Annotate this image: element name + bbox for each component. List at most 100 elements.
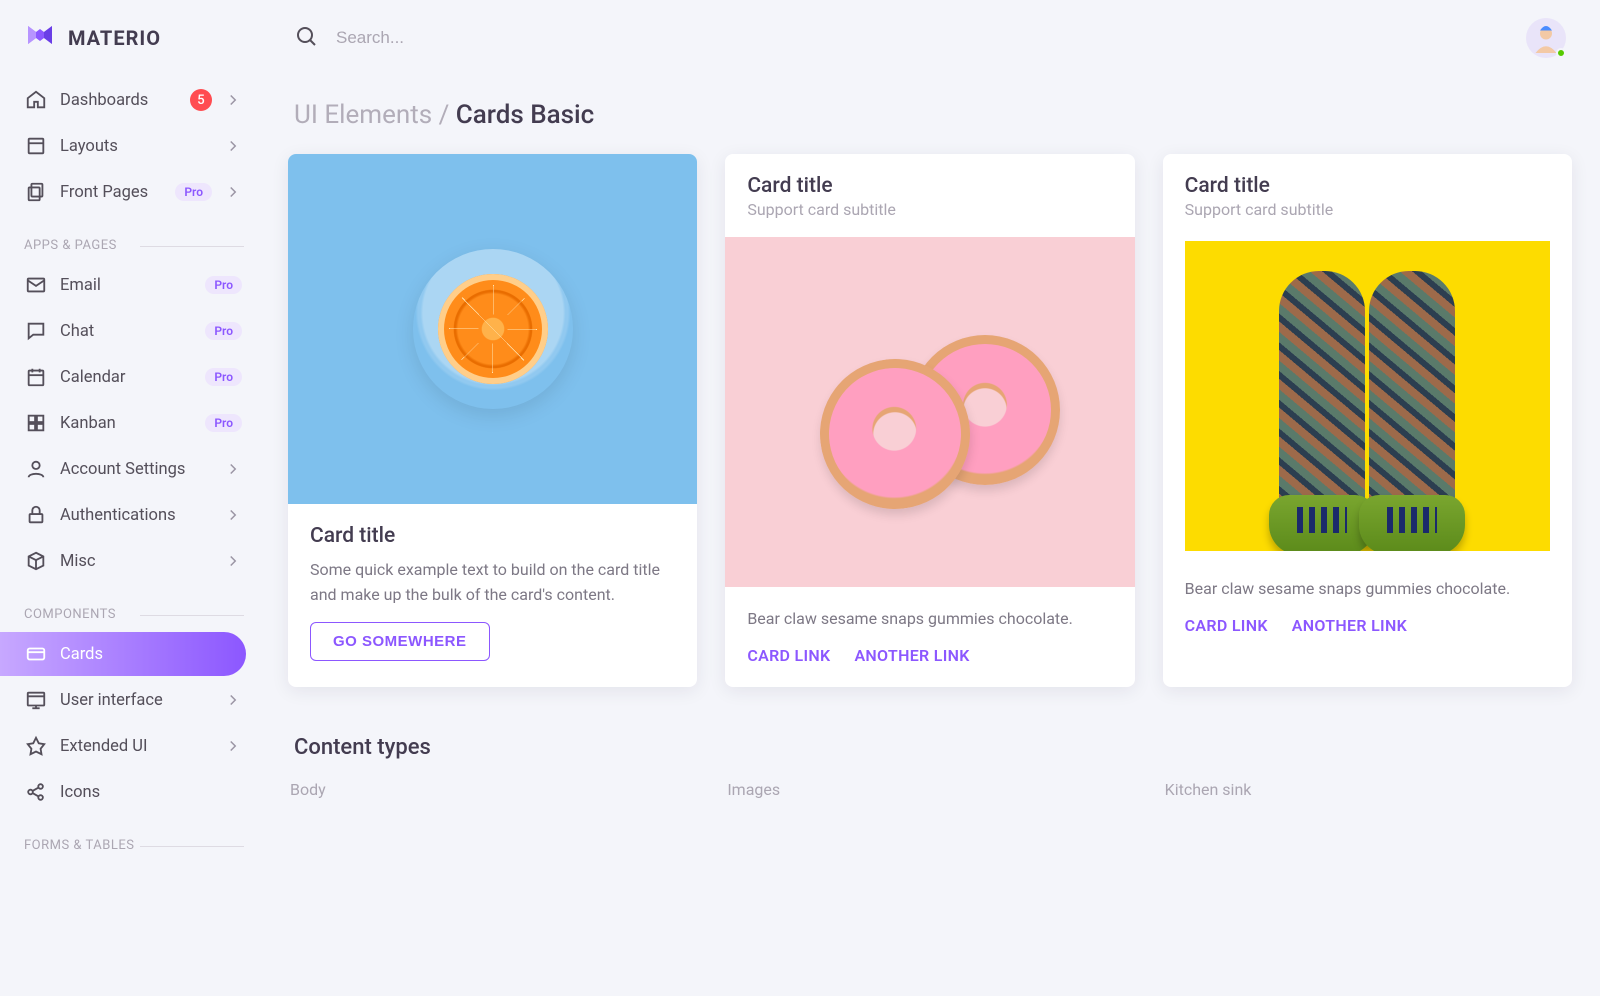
card-subtitle: Support card subtitle	[747, 200, 1112, 219]
card-basic-2: Card title Support card subtitle Bear cl…	[725, 154, 1134, 687]
sidebar-item-label: Front Pages	[60, 183, 163, 202]
breadcrumb-parent[interactable]: UI Elements /	[294, 100, 449, 130]
square-icon	[24, 134, 48, 158]
go-somewhere-button[interactable]: GO SOMEWHERE	[310, 622, 490, 661]
search-input[interactable]	[336, 28, 636, 48]
home-icon	[24, 88, 48, 112]
star-icon	[24, 734, 48, 758]
sidebar-item-label: Icons	[60, 783, 242, 802]
card-title: Card title	[310, 524, 675, 548]
sidebar-item-extended-ui[interactable]: Extended UI	[0, 724, 260, 768]
copy-icon	[24, 180, 48, 204]
card-title: Card title	[1185, 174, 1550, 198]
brand-name: MATERIO	[68, 26, 161, 50]
sidebar-item-front-pages[interactable]: Front Pages Pro	[0, 170, 260, 214]
mail-icon	[24, 273, 48, 297]
status-dot-icon	[1556, 48, 1566, 58]
sidebar-item-label: Email	[60, 276, 193, 295]
chevron-right-icon	[224, 737, 242, 755]
content-type-label: Body	[288, 780, 697, 799]
badge-pro: Pro	[205, 322, 242, 340]
card-title: Card title	[747, 174, 1112, 198]
sidebar-item-label: Layouts	[60, 137, 212, 156]
chevron-right-icon	[224, 137, 242, 155]
chevron-right-icon	[224, 183, 242, 201]
content-types-row: Body Images Kitchen sink	[288, 780, 1572, 799]
sidebar-item-label: Authentications	[60, 506, 212, 525]
section-header-apps: APPS & PAGES	[0, 216, 260, 261]
logo-icon	[24, 20, 56, 56]
card-icon	[24, 642, 48, 666]
badge-count: 5	[190, 89, 212, 111]
donuts-icon	[800, 327, 1060, 497]
chat-icon	[24, 319, 48, 343]
search[interactable]	[294, 24, 1508, 52]
badge-pro: Pro	[205, 368, 242, 386]
card-link-1[interactable]: CARD LINK	[1185, 616, 1268, 635]
sidebar-item-cards[interactable]: Cards	[0, 632, 246, 676]
topbar	[288, 0, 1572, 68]
sidebar-item-chat[interactable]: Chat Pro	[0, 309, 260, 353]
badge-pro: Pro	[205, 414, 242, 432]
badge-pro: Pro	[175, 183, 212, 201]
grid-icon	[24, 411, 48, 435]
lock-icon	[24, 503, 48, 527]
brand[interactable]: MATERIO	[0, 0, 260, 76]
card-image	[1185, 241, 1550, 551]
sidebar-item-email[interactable]: Email Pro	[0, 263, 260, 307]
card-image	[725, 237, 1134, 587]
sidebar-item-kanban[interactable]: Kanban Pro	[0, 401, 260, 445]
chevron-right-icon	[224, 691, 242, 709]
sidebar-item-icons[interactable]: Icons	[0, 770, 260, 814]
cube-icon	[24, 549, 48, 573]
calendar-icon	[24, 365, 48, 389]
badge-pro: Pro	[205, 276, 242, 294]
card-row: Card title Some quick example text to bu…	[288, 154, 1572, 687]
sidebar-item-calendar[interactable]: Calendar Pro	[0, 355, 260, 399]
card-text: Some quick example text to build on the …	[310, 558, 675, 608]
sidebar-item-label: Extended UI	[60, 737, 212, 756]
sidebar-item-label: Dashboards	[60, 91, 178, 110]
content-type-label: Kitchen sink	[1163, 780, 1572, 799]
sidebar-item-authentications[interactable]: Authentications	[0, 493, 260, 537]
card-basic-3: Card title Support card subtitle Bear cl…	[1163, 154, 1572, 687]
chevron-right-icon	[224, 460, 242, 478]
chevron-right-icon	[224, 91, 242, 109]
card-basic-1: Card title Some quick example text to bu…	[288, 154, 697, 687]
sidebar-item-account-settings[interactable]: Account Settings	[0, 447, 260, 491]
breadcrumb: UI Elements / Cards Basic	[288, 68, 1572, 154]
card-link-1[interactable]: CARD LINK	[747, 646, 830, 665]
orange-juice-icon	[413, 249, 573, 409]
section-title-content-types: Content types	[288, 735, 1572, 780]
sidebar: MATERIO Dashboards 5 Layouts Front Pages…	[0, 0, 260, 996]
sidebar-item-label: Misc	[60, 552, 212, 571]
sidebar-item-label: Calendar	[60, 368, 193, 387]
sidebar-item-label: Kanban	[60, 414, 193, 433]
share-icon	[24, 780, 48, 804]
sidebar-item-user-interface[interactable]: User interface	[0, 678, 260, 722]
card-link-2[interactable]: ANOTHER LINK	[854, 646, 969, 665]
sidebar-item-misc[interactable]: Misc	[0, 539, 260, 583]
card-subtitle: Support card subtitle	[1185, 200, 1550, 219]
chevron-right-icon	[224, 506, 242, 524]
card-image	[288, 154, 697, 504]
sidebar-item-layouts[interactable]: Layouts	[0, 124, 260, 168]
content-type-label: Images	[725, 780, 1134, 799]
shoes-icon	[1212, 241, 1522, 551]
sidebar-item-label: User interface	[60, 691, 212, 710]
card-link-2[interactable]: ANOTHER LINK	[1292, 616, 1407, 635]
sidebar-item-dashboards[interactable]: Dashboards 5	[0, 78, 260, 122]
section-header-forms: FORMS & TABLES	[0, 816, 260, 861]
sidebar-item-label: Cards	[60, 645, 228, 664]
sidebar-item-label: Chat	[60, 322, 193, 341]
card-text: Bear claw sesame snaps gummies chocolate…	[747, 607, 1112, 632]
user-icon	[24, 457, 48, 481]
avatar[interactable]	[1526, 18, 1566, 58]
chevron-right-icon	[224, 552, 242, 570]
browser-icon	[24, 688, 48, 712]
main-content: UI Elements / Cards Basic Card title Som…	[260, 0, 1600, 996]
section-header-components: COMPONENTS	[0, 585, 260, 630]
breadcrumb-current: Cards Basic	[456, 100, 594, 130]
search-icon	[294, 24, 318, 52]
sidebar-item-label: Account Settings	[60, 460, 212, 479]
